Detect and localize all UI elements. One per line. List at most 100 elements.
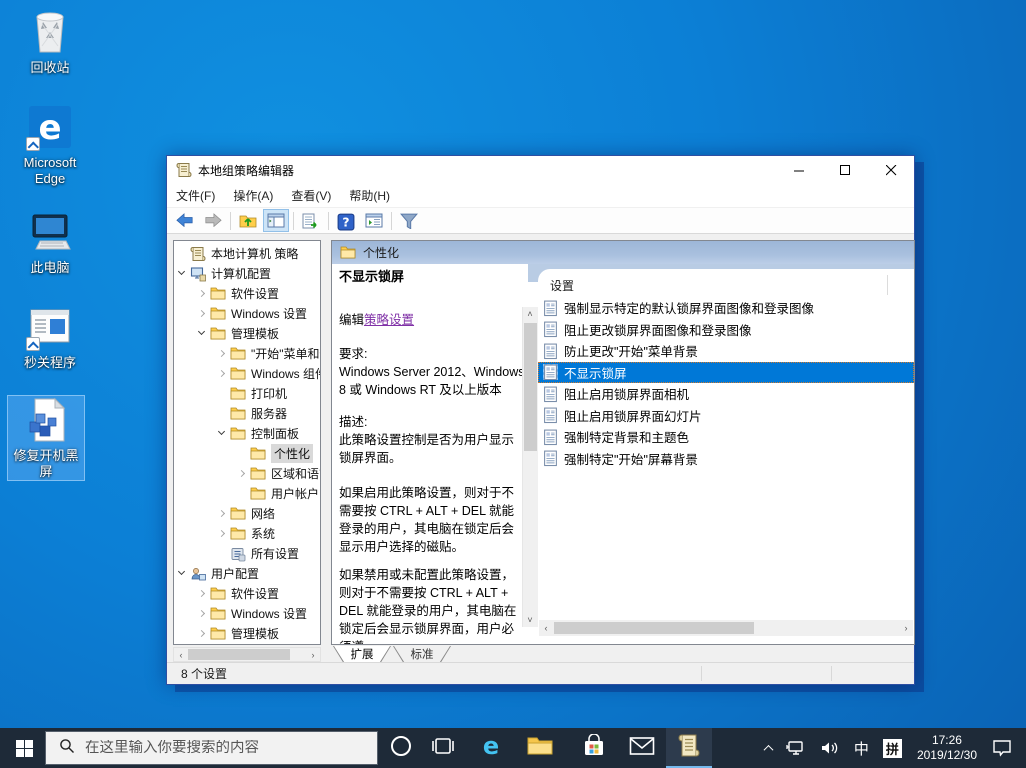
close-button[interactable] (868, 156, 914, 184)
tree-item-管理模板[interactable]: 管理模板 (174, 623, 320, 643)
taskbar-app-store[interactable] (571, 728, 617, 768)
menu-view[interactable]: 查看(V) (282, 187, 340, 204)
expand-chevron-icon[interactable] (218, 369, 225, 376)
tree-item-区域和语言[interactable]: 区域和语言 (174, 463, 320, 483)
network-icon[interactable] (779, 728, 813, 768)
filter-button[interactable] (396, 209, 422, 232)
desktop-icon-this-pc[interactable]: 此电脑 (12, 208, 88, 276)
expand-chevron-icon[interactable] (198, 629, 205, 636)
tree-item-打印机[interactable]: 打印机 (174, 383, 320, 403)
tree-item-用户帐户[interactable]: 用户帐户 (174, 483, 320, 503)
expand-chevron-icon[interactable] (218, 509, 225, 516)
scroll-up-arrow[interactable]: ˄ (523, 307, 537, 321)
expand-chevron-icon[interactable] (198, 289, 205, 296)
scroll-thumb[interactable] (524, 323, 537, 451)
volume-icon[interactable] (813, 728, 847, 768)
setting-row[interactable]: 阻止更改锁屏界面图像和登录图像 (538, 319, 914, 340)
collapse-chevron-icon[interactable] (178, 268, 185, 275)
expand-chevron-icon[interactable] (198, 609, 205, 616)
tree-item-所有设置[interactable]: 所有设置 (174, 543, 320, 563)
tree-item-服务器[interactable]: 服务器 (174, 403, 320, 423)
tree-horizontal-scrollbar[interactable]: ‹ › (173, 647, 321, 662)
desktop-icon-label: 修复开机黑屏 (8, 448, 84, 480)
scroll-left-arrow[interactable]: ‹ (174, 648, 188, 662)
tree-item-系统[interactable]: 系统 (174, 523, 320, 543)
ime-mode-indicator[interactable]: 拼 (876, 728, 909, 768)
taskbar-app-gpedit[interactable] (666, 728, 712, 768)
setting-row[interactable]: 强制特定"开始"屏幕背景 (538, 448, 914, 469)
taskbar-app-file-explorer[interactable] (517, 728, 563, 768)
setting-row[interactable]: 强制特定背景和主题色 (538, 426, 914, 447)
collapse-chevron-icon[interactable] (198, 328, 205, 335)
tree-item-管理模板[interactable]: 管理模板 (174, 323, 320, 343)
setting-row[interactable]: 防止更改"开始"菜单背景 (538, 340, 914, 361)
tree-item-开始菜单和任务栏[interactable]: "开始"菜单和任务栏 (174, 343, 320, 363)
menu-file[interactable]: 文件(F) (167, 187, 224, 204)
scroll-right-arrow[interactable]: › (306, 648, 320, 662)
setting-row[interactable]: 强制显示特定的默认锁屏界面图像和登录图像 (538, 297, 914, 318)
expand-chevron-icon[interactable] (218, 529, 225, 536)
taskbar-clock[interactable]: 17:26 2019/12/30 (909, 733, 985, 763)
menu-help[interactable]: 帮助(H) (340, 187, 399, 204)
forward-button[interactable] (200, 209, 226, 232)
expand-chevron-icon[interactable] (238, 469, 245, 476)
tray-overflow-chevron[interactable] (758, 728, 779, 768)
taskbar-app-task-view[interactable] (420, 728, 466, 768)
menu-action[interactable]: 操作(A) (224, 187, 282, 204)
scroll-thumb[interactable] (554, 622, 754, 634)
minimize-button[interactable] (776, 156, 822, 184)
export-list-button[interactable] (298, 209, 324, 232)
show-console-tree-button[interactable] (263, 209, 289, 232)
edit-policy-link[interactable]: 策略设置 (364, 313, 414, 327)
scroll-thumb[interactable] (188, 649, 290, 660)
taskbar-app-mail[interactable] (619, 728, 665, 768)
collapse-chevron-icon[interactable] (178, 568, 185, 575)
maximize-button[interactable] (822, 156, 868, 184)
description-scrollbar[interactable]: ˄ ˅ (522, 307, 538, 627)
tree-item-Windows组件[interactable]: Windows 组件 (174, 363, 320, 383)
view-tab-standard[interactable]: 标准 (393, 646, 451, 663)
scroll-left-arrow[interactable]: ‹ (539, 621, 553, 635)
settings-horizontal-scrollbar[interactable]: ‹ › (539, 620, 913, 636)
view-tab-extended[interactable]: 扩展 (333, 646, 391, 663)
settings-column-header[interactable]: 设置 (550, 277, 574, 294)
taskbar-search[interactable] (45, 731, 378, 765)
taskbar-app-edge[interactable]: e (468, 728, 514, 768)
tree-item-个性化[interactable]: 个性化 (174, 443, 320, 463)
setting-row[interactable]: 阻止启用锁屏界面幻灯片 (538, 405, 914, 426)
up-one-level-button[interactable] (235, 209, 261, 232)
tree-item-软件设置[interactable]: 软件设置 (174, 283, 320, 303)
expand-chevron-icon[interactable] (198, 589, 205, 596)
tree-item-Windows设置[interactable]: Windows 设置 (174, 603, 320, 623)
start-button[interactable] (0, 728, 48, 768)
tree-item-网络[interactable]: 网络 (174, 503, 320, 523)
desktop-icon-quick-close-app[interactable]: 秒关程序 (12, 303, 88, 371)
tree-item-Windows设置[interactable]: Windows 设置 (174, 303, 320, 323)
scroll-down-arrow[interactable]: ˅ (523, 613, 537, 627)
tree-item-控制面板[interactable]: 控制面板 (174, 423, 320, 443)
search-input[interactable] (85, 740, 355, 756)
tree-item-计算机配置[interactable]: 计算机配置 (174, 263, 320, 283)
ime-language-indicator[interactable]: 中 (847, 728, 876, 768)
title-bar[interactable]: 本地组策略编辑器 (167, 156, 914, 184)
tree-item-本地计算机策略[interactable]: 本地计算机 策略 (174, 243, 320, 263)
setting-row[interactable]: 不显示锁屏 (538, 362, 914, 383)
desktop-icon-label: 秒关程序 (12, 355, 88, 371)
show-extended-pane-button[interactable] (361, 209, 387, 232)
tree-item-软件设置[interactable]: 软件设置 (174, 583, 320, 603)
desktop-icon-microsoft-edge[interactable]: eMicrosoft Edge (12, 103, 88, 187)
expand-chevron-icon[interactable] (218, 349, 225, 356)
scroll-right-arrow[interactable]: › (899, 621, 913, 635)
desktop-icon-recycle-bin[interactable]: 回收站 (12, 8, 88, 76)
folder-icon (210, 306, 226, 321)
back-button[interactable] (172, 209, 198, 232)
collapse-chevron-icon[interactable] (218, 428, 225, 435)
desktop-icon-fix-boot-black-screen[interactable]: 修复开机黑屏 (8, 396, 84, 480)
action-center-icon[interactable] (985, 728, 1026, 768)
tree-item-用户配置[interactable]: 用户配置 (174, 563, 320, 583)
column-divider[interactable] (887, 275, 888, 295)
expand-chevron-icon[interactable] (198, 309, 205, 316)
setting-row[interactable]: 阻止启用锁屏界面相机 (538, 383, 914, 404)
help-button[interactable]: ? (333, 209, 359, 232)
taskbar-app-cortana[interactable] (378, 728, 424, 768)
